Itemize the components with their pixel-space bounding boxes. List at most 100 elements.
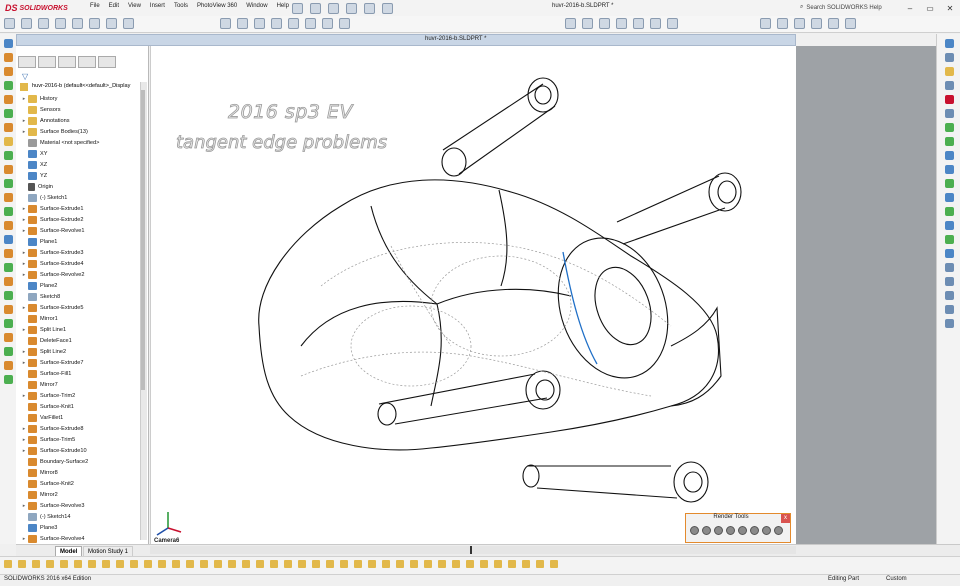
point-icon[interactable] [242, 560, 250, 568]
shaded-edges-icon[interactable] [616, 18, 627, 29]
untrim-icon[interactable] [3, 375, 13, 384]
tree-item[interactable]: ▸ Surface Bodies(13) [20, 126, 140, 137]
tree-item[interactable]: ▸ Surface-Extrude1 [20, 203, 140, 214]
spline-tool-icon[interactable] [944, 179, 954, 188]
tree-item[interactable]: Plane1 [20, 236, 140, 247]
tree-item[interactable]: ▸ History [20, 93, 140, 104]
extend-icon[interactable] [3, 221, 13, 230]
document-tab[interactable] [16, 34, 796, 46]
decal-icon[interactable] [466, 560, 474, 568]
preview-window-icon[interactable] [690, 526, 699, 535]
ellipse-tool-icon[interactable] [944, 193, 954, 202]
feature-tree-tab[interactable] [18, 56, 36, 68]
menu-file[interactable]: File [90, 3, 100, 9]
revolve-icon[interactable] [18, 560, 26, 568]
pan-icon[interactable] [811, 18, 822, 29]
chamfer-icon[interactable] [3, 123, 13, 132]
tree-item[interactable]: ▸ Surface-Extrude2 [20, 214, 140, 225]
rib-icon[interactable] [116, 560, 124, 568]
tree-item[interactable]: Plane2 [20, 280, 140, 291]
tree-item[interactable]: ▸ Surface-Extrude7 [20, 357, 140, 368]
zoom-area-icon[interactable] [777, 18, 788, 29]
scroll-down-icon[interactable] [944, 319, 954, 328]
axis-icon[interactable] [228, 560, 236, 568]
tree-item[interactable]: (-) Sketch1 [20, 192, 140, 203]
custom-properties-icon[interactable] [944, 109, 954, 118]
pin-icon[interactable] [292, 3, 303, 14]
revolve-icon[interactable] [3, 67, 13, 76]
zoom-fit-icon[interactable] [760, 18, 771, 29]
mirror-entities-icon[interactable] [944, 249, 954, 258]
expand-arrow-icon[interactable]: ▸ [20, 250, 28, 256]
final-render-icon[interactable] [714, 526, 723, 535]
expand-arrow-icon[interactable]: ▸ [20, 393, 28, 399]
rotate-icon[interactable] [794, 18, 805, 29]
coord-icon[interactable] [256, 560, 264, 568]
hide-show-icon[interactable] [288, 18, 299, 29]
section-icon[interactable] [438, 560, 446, 568]
shell-icon[interactable] [88, 560, 96, 568]
fillet-icon[interactable] [60, 560, 68, 568]
expand-arrow-icon[interactable]: ▸ [20, 503, 28, 509]
property-manager-tab[interactable] [38, 56, 56, 68]
undo-icon[interactable] [328, 3, 339, 14]
mass-icon[interactable] [424, 560, 432, 568]
tree-item[interactable]: Mirror1 [20, 313, 140, 324]
wireframe-icon[interactable] [565, 18, 576, 29]
sketch-fillet-icon[interactable] [944, 207, 954, 216]
pattern-icon[interactable] [172, 560, 180, 568]
menu-photoview[interactable]: PhotoView 360 [197, 3, 237, 9]
sketch-icon[interactable] [368, 560, 376, 568]
delete-face-icon[interactable] [3, 263, 13, 272]
tree-item[interactable]: ▸ Split Line2 [20, 346, 140, 357]
tree-item[interactable]: Origin [20, 181, 140, 192]
shell-icon[interactable] [3, 137, 13, 146]
view-orientation-icon[interactable] [254, 18, 265, 29]
tree-item[interactable]: Sketch8 [20, 291, 140, 302]
save-icon[interactable] [38, 18, 49, 29]
recall-render-icon[interactable] [750, 526, 759, 535]
render-icon[interactable] [536, 560, 544, 568]
trim-entities-icon[interactable] [944, 235, 954, 244]
menu-edit[interactable]: Edit [109, 3, 119, 9]
edit-appearance-icon[interactable] [305, 18, 316, 29]
surface-icon[interactable] [3, 179, 13, 188]
trim-icon[interactable] [3, 207, 13, 216]
dimension-icon[interactable] [382, 560, 390, 568]
3d-sketch-icon[interactable] [354, 560, 362, 568]
thread-icon[interactable] [200, 560, 208, 568]
radiate-icon[interactable] [3, 361, 13, 370]
render-tools-close-button[interactable]: x [781, 514, 790, 523]
filter-icon[interactable]: ▽ [22, 72, 28, 81]
offset-icon[interactable] [3, 319, 13, 328]
dimxpert-tab[interactable] [78, 56, 96, 68]
tree-item[interactable]: Mirror8 [20, 467, 140, 478]
selected-edge[interactable] [562, 251, 598, 365]
arc-tool-icon[interactable] [944, 165, 954, 174]
tree-item[interactable]: ▸ Surface-Revolve3 [20, 500, 140, 511]
redo-icon[interactable] [89, 18, 100, 29]
rebuild-icon[interactable] [364, 3, 375, 14]
appearances-icon[interactable] [944, 95, 954, 104]
tree-item[interactable]: ▸ Surface-Extrude5 [20, 302, 140, 313]
status-units[interactable]: Custom [886, 576, 907, 582]
hidden-lines-icon[interactable] [582, 18, 593, 29]
tree-item[interactable]: ▸ Surface-Extrude10 [20, 445, 140, 456]
design-library-icon[interactable] [944, 53, 954, 62]
loft-icon[interactable] [46, 560, 54, 568]
measure-icon[interactable] [845, 18, 856, 29]
tree-item[interactable]: ▸ Surface-Extrude8 [20, 423, 140, 434]
mirror-icon[interactable] [158, 560, 166, 568]
relations-icon[interactable] [944, 291, 954, 300]
menu-view[interactable]: View [128, 3, 141, 9]
sweep-icon[interactable] [32, 560, 40, 568]
ruled-icon[interactable] [3, 333, 13, 342]
tree-item[interactable]: ▸ Surface-Extrude3 [20, 247, 140, 258]
tree-item[interactable]: YZ [20, 170, 140, 181]
loft-icon[interactable] [3, 95, 13, 104]
extrude-icon[interactable] [3, 53, 13, 62]
tree-item[interactable]: (-) Sketch14 [20, 511, 140, 522]
expand-arrow-icon[interactable]: ▸ [20, 118, 28, 124]
light-icon[interactable] [508, 560, 516, 568]
tree-item[interactable]: DeleteFace1 [20, 335, 140, 346]
